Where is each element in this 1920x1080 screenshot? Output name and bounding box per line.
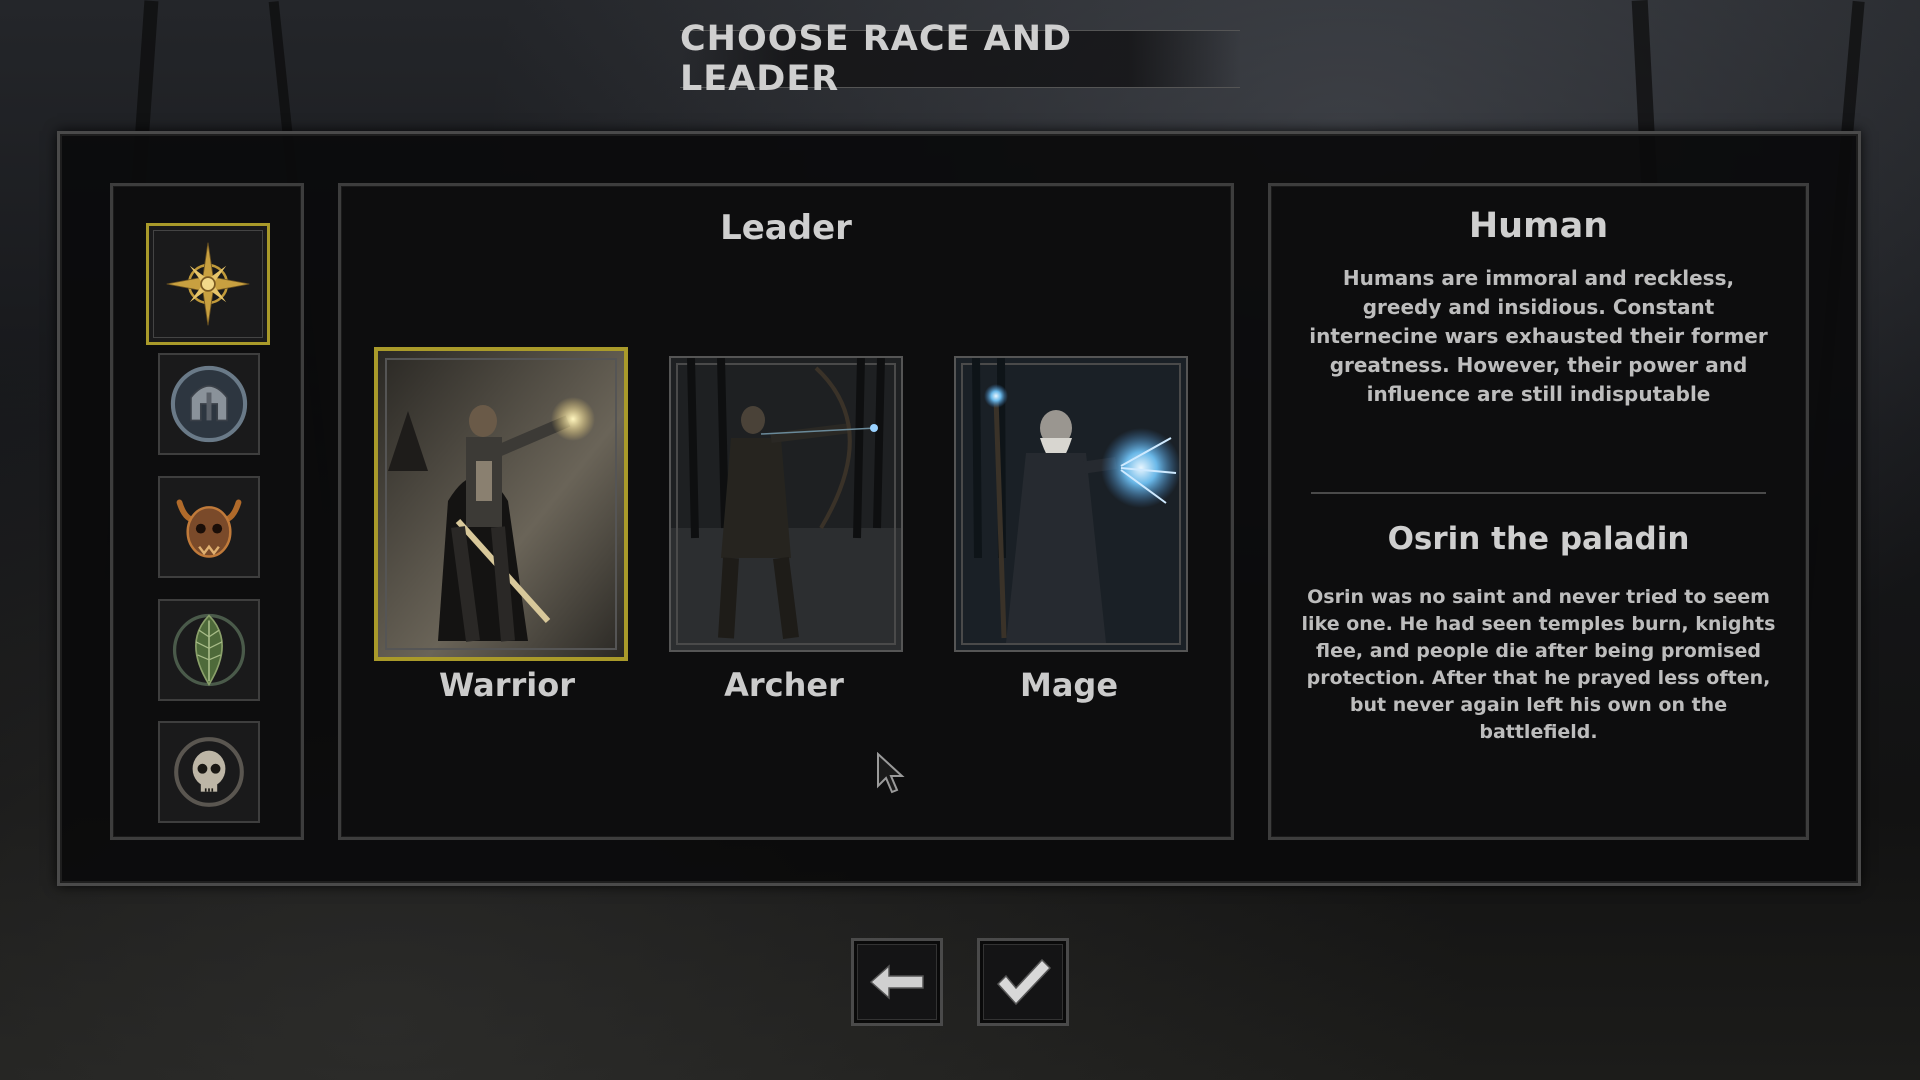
race-demon[interactable] [158,476,260,578]
race-human[interactable] [146,223,270,345]
leaf-emblem-icon [172,613,246,687]
mouse-pointer-icon [877,752,905,794]
title-bar: CHOOSE RACE AND LEADER [680,19,1240,99]
mage-portrait [956,358,1186,650]
back-arrow-icon [869,964,924,1000]
leader-card-archer[interactable] [669,356,903,652]
horned-demon-skull-emblem-icon [176,499,242,558]
leader-heading: Leader [720,208,852,248]
race-name: Human [1468,206,1609,246]
race-undead[interactable] [158,721,260,823]
race-dwarf[interactable] [158,353,260,455]
checkmark-icon [996,958,1052,1006]
leader-panel: Leader Warrior Archer Mage [338,183,1234,840]
skull-emblem-icon [174,737,244,807]
main-panel: Leader Warrior Archer Mage Human Humans … [57,131,1861,886]
confirm-button[interactable] [977,938,1069,1026]
leader-name-warrior: Warrior [438,666,576,704]
dwarf-helmet-emblem-icon [170,365,248,443]
warrior-portrait [378,351,624,657]
divider [1311,492,1766,494]
golden-star-emblem-icon [166,242,250,326]
leader-card-warrior[interactable] [374,347,628,661]
race-elf[interactable] [158,599,260,701]
leader-name-archer: Archer [724,666,844,704]
leader-name: Osrin the paladin [1387,521,1690,557]
race-list [110,183,304,840]
screen-title: CHOOSE RACE AND LEADER [680,19,1073,99]
back-button[interactable] [851,938,943,1026]
race-description: Humans are immoral and reckless, greedy … [1309,266,1768,406]
leader-card-mage[interactable] [954,356,1188,652]
info-panel: Human Humans are immoral and reckless, g… [1268,183,1809,840]
leader-description: Osrin was no saint and never tried to se… [1301,586,1776,743]
archer-portrait [671,358,901,650]
leader-name-mage: Mage [1019,666,1119,704]
